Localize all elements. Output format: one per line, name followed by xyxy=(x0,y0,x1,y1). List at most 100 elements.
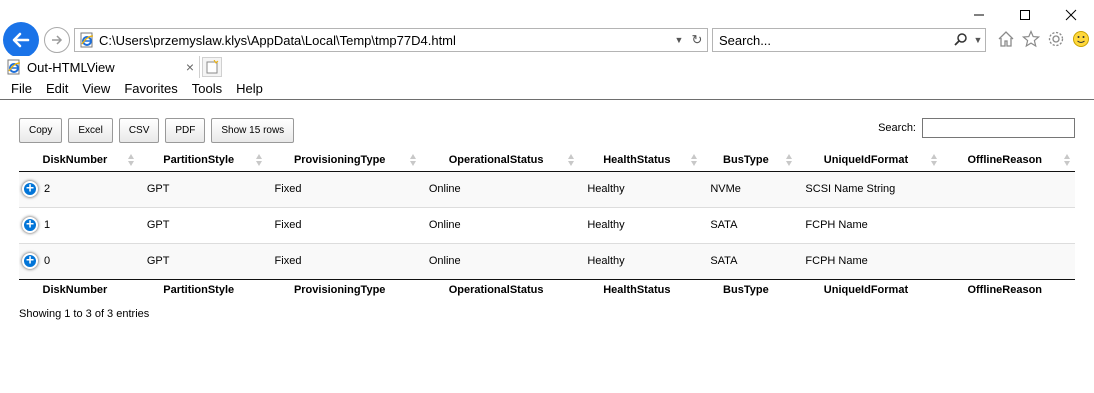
footer-partitionstyle: PartitionStyle xyxy=(163,284,235,297)
tab-out-htmlview[interactable]: Out-HTMLView × xyxy=(0,56,200,78)
address-dropdown-icon[interactable]: ▼ xyxy=(671,35,687,45)
cell-bustype: SATA xyxy=(702,206,798,243)
tab-bar: Out-HTMLView × xyxy=(0,56,1094,78)
favorites-star-icon[interactable] xyxy=(1019,28,1042,50)
cell-partitionstyle: GPT xyxy=(138,206,267,243)
cell-disknumber: +2 xyxy=(19,171,139,207)
browser-search-input[interactable] xyxy=(713,30,951,50)
refresh-icon[interactable]: ↻ xyxy=(687,32,707,48)
tab-title: Out-HTMLView xyxy=(27,59,115,75)
new-tab-button[interactable] xyxy=(202,57,222,77)
cell-healthstatus: Healthy xyxy=(579,242,703,280)
export-buttons: Copy Excel CSV PDF Show 15 rows xyxy=(19,118,295,143)
cell-offlinereason xyxy=(942,171,1075,207)
maximize-icon xyxy=(1020,10,1030,20)
column-header-healthstatus[interactable]: HealthStatus xyxy=(579,150,703,172)
cell-provisioningtype: Fixed xyxy=(266,242,421,280)
menu-tools[interactable]: Tools xyxy=(185,81,229,96)
new-tab-icon xyxy=(206,60,219,74)
column-header-bustype[interactable]: BusType xyxy=(702,150,798,172)
cell-uniqueidformat: SCSI Name String xyxy=(797,171,943,207)
ie-page-icon xyxy=(7,59,21,75)
page-content: Copy Excel CSV PDF Show 15 rows Search: … xyxy=(0,100,1094,393)
sort-icon xyxy=(691,154,698,166)
sort-icon xyxy=(568,154,575,166)
table-info: Showing 1 to 3 of 3 entries xyxy=(19,308,150,320)
footer-operationalstatus: OperationalStatus xyxy=(448,284,544,297)
cell-bustype: NVMe xyxy=(702,171,798,207)
column-header-operationalstatus[interactable]: OperationalStatus xyxy=(420,150,580,172)
settings-gear-icon[interactable] xyxy=(1044,28,1067,50)
cell-disknumber: +1 xyxy=(19,206,139,243)
column-header-provisioningtype[interactable]: ProvisioningType xyxy=(266,150,421,172)
menu-favorites[interactable]: Favorites xyxy=(117,81,184,96)
address-url[interactable]: C:\Users\przemyslaw.klys\AppData\Local\T… xyxy=(99,33,671,48)
forward-arrow-icon xyxy=(52,35,63,45)
header-row: DiskNumber PartitionStyle ProvisioningTy… xyxy=(19,150,1075,172)
data-table: DiskNumber PartitionStyle ProvisioningTy… xyxy=(19,150,1075,301)
sort-icon xyxy=(127,154,134,166)
address-bar[interactable]: C:\Users\przemyslaw.klys\AppData\Local\T… xyxy=(74,28,708,52)
table-search-input[interactable] xyxy=(922,118,1075,138)
cell-offlinereason xyxy=(942,206,1075,243)
table-row: +2 GPT Fixed Online Healthy NVMe SCSI Na… xyxy=(19,171,1075,207)
footer-healthstatus: HealthStatus xyxy=(603,284,671,297)
close-icon xyxy=(1065,9,1077,21)
cell-operationalstatus: Online xyxy=(420,206,580,243)
pdf-button[interactable]: PDF xyxy=(165,118,206,143)
cell-partitionstyle: GPT xyxy=(138,171,267,207)
cell-uniqueidformat: FCPH Name xyxy=(797,242,943,280)
cell-disknumber: +0 xyxy=(19,242,139,280)
column-header-offlinereason[interactable]: OfflineReason xyxy=(942,150,1075,172)
column-header-disknumber[interactable]: DiskNumber xyxy=(19,150,139,172)
expand-row-icon[interactable]: + xyxy=(22,181,38,197)
forward-button[interactable] xyxy=(44,27,70,53)
navigation-bar: C:\Users\przemyslaw.klys\AppData\Local\T… xyxy=(0,22,1094,58)
column-header-uniqueidformat[interactable]: UniqueIdFormat xyxy=(797,150,943,172)
show-rows-button[interactable]: Show 15 rows xyxy=(211,118,295,143)
cell-healthstatus: Healthy xyxy=(579,206,703,243)
minimize-icon xyxy=(974,14,984,16)
cell-healthstatus: Healthy xyxy=(579,171,703,207)
excel-button[interactable]: Excel xyxy=(68,118,113,143)
cell-offlinereason xyxy=(942,242,1075,280)
menu-edit[interactable]: Edit xyxy=(39,81,75,96)
table-search-label: Search: xyxy=(878,122,916,134)
sort-icon xyxy=(786,154,793,166)
search-dropdown-icon[interactable]: ▼ xyxy=(971,35,985,45)
cell-operationalstatus: Online xyxy=(420,171,580,207)
menu-file[interactable]: File xyxy=(4,81,39,96)
table-row: +1 GPT Fixed Online Healthy SATA FCPH Na… xyxy=(19,206,1075,243)
sort-icon xyxy=(931,154,938,166)
cell-provisioningtype: Fixed xyxy=(266,171,421,207)
home-icon[interactable] xyxy=(994,28,1017,50)
footer-uniqueidformat: UniqueIdFormat xyxy=(823,284,909,297)
table-search: Search: xyxy=(878,118,1075,138)
copy-button[interactable]: Copy xyxy=(19,118,63,143)
back-arrow-icon xyxy=(12,32,30,48)
footer-disknumber: DiskNumber xyxy=(42,284,108,297)
cell-provisioningtype: Fixed xyxy=(266,206,421,243)
menu-bar: File Edit View Favorites Tools Help xyxy=(0,78,1094,100)
ie-page-icon xyxy=(80,32,94,48)
footer-offlinereason: OfflineReason xyxy=(967,284,1043,297)
back-button[interactable] xyxy=(3,22,39,58)
column-header-partitionstyle[interactable]: PartitionStyle xyxy=(138,150,267,172)
footer-row: DiskNumber PartitionStyle ProvisioningTy… xyxy=(19,279,1075,301)
menu-help[interactable]: Help xyxy=(229,81,270,96)
expand-row-icon[interactable]: + xyxy=(22,253,38,269)
close-tab-icon[interactable]: × xyxy=(181,59,199,75)
footer-provisioningtype: ProvisioningType xyxy=(293,284,386,297)
smiley-feedback-icon[interactable] xyxy=(1069,28,1092,50)
cell-operationalstatus: Online xyxy=(420,242,580,280)
menu-view[interactable]: View xyxy=(75,81,117,96)
sort-icon xyxy=(409,154,416,166)
csv-button[interactable]: CSV xyxy=(118,118,160,143)
expand-row-icon[interactable]: + xyxy=(22,217,38,233)
cell-bustype: SATA xyxy=(702,242,798,280)
browser-search-box[interactable]: ▼ xyxy=(712,28,986,52)
sort-icon xyxy=(255,154,262,166)
cell-partitionstyle: GPT xyxy=(138,242,267,280)
sort-icon xyxy=(1064,154,1070,166)
search-icon[interactable] xyxy=(951,32,971,49)
